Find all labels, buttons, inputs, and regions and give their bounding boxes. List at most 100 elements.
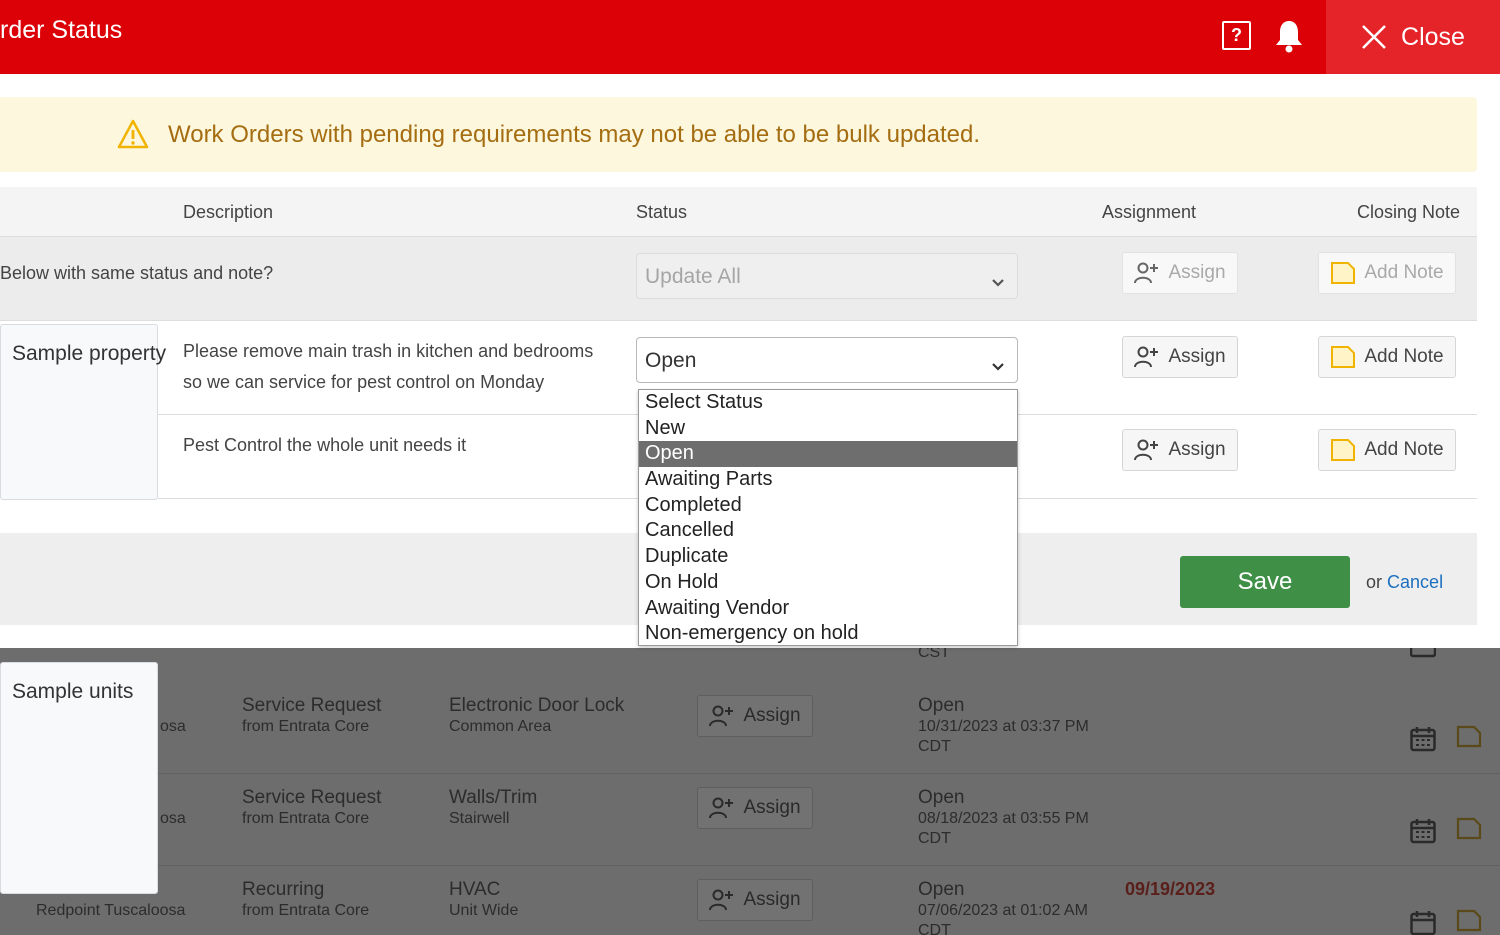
chevron-down-icon	[991, 270, 1005, 294]
bg-created: 08/18/2023 at 03:55 PM	[918, 810, 1089, 827]
status-option[interactable]: On Hold	[639, 570, 1017, 596]
column-header-assignment: Assignment	[1102, 202, 1197, 222]
status-option[interactable]: New	[639, 416, 1017, 442]
save-button[interactable]: Save	[1180, 556, 1350, 608]
status-option-selected[interactable]: Open	[639, 441, 1017, 468]
status-dropdown-list[interactable]: Select Status New Open Awaiting Parts Co…	[638, 389, 1018, 646]
bg-created: 10/31/2023 at 03:37 PM	[918, 718, 1089, 735]
close-button[interactable]: Close	[1326, 0, 1500, 74]
bg-category: HVAC	[449, 879, 501, 900]
add-note-label: Add Note	[1364, 346, 1444, 367]
bg-status: Open	[918, 879, 965, 900]
column-header-closing-note: Closing Note	[1357, 202, 1461, 222]
status-option[interactable]: Completed	[639, 493, 1017, 519]
status-option[interactable]: Cancelled	[639, 518, 1017, 544]
modal-header: rder Status ? Close	[0, 0, 1500, 74]
assign-button[interactable]: Assign	[1122, 336, 1238, 378]
close-label: Close	[1401, 22, 1465, 51]
bg-assign-button[interactable]: Assign	[697, 787, 813, 829]
row-description: Please remove main trash in kitchen and …	[183, 336, 593, 398]
status-option[interactable]: Duplicate	[639, 544, 1017, 570]
note-icon	[1331, 439, 1356, 461]
help-icon[interactable]: ?	[1222, 21, 1251, 50]
warning-icon	[117, 119, 149, 154]
bg-assign-label: Assign	[743, 797, 801, 818]
add-note-button[interactable]: Add Note	[1318, 336, 1456, 378]
units-label: Sample units	[12, 680, 134, 703]
bg-source: from Entrata Core	[242, 810, 370, 827]
bg-tz: CDT	[918, 922, 951, 935]
bg-due-date: 09/19/2023	[1125, 879, 1216, 899]
bg-status: Open	[918, 787, 965, 808]
bg-location: osa	[160, 718, 186, 735]
description-line: so we can service for pest control on Mo…	[183, 372, 545, 392]
close-icon	[1362, 25, 1386, 49]
bg-area: Common Area	[449, 718, 552, 735]
status-option[interactable]: Select Status	[639, 390, 1017, 416]
units-label-box: Sample units	[0, 662, 158, 894]
assign-label: Assign	[1168, 346, 1226, 367]
status-option[interactable]: Awaiting Vendor	[639, 596, 1017, 622]
bulk-update-question: Below with same status and note?	[0, 263, 274, 283]
warning-banner: Work Orders with pending requirements ma…	[0, 97, 1477, 172]
add-user-icon	[709, 705, 734, 727]
background-work-order-list: CST osa Service Request from Entrata Cor…	[0, 634, 1500, 935]
bg-type: Service Request	[242, 787, 382, 808]
cancel-link[interactable]: Cancel	[1387, 572, 1443, 592]
bg-type: Service Request	[242, 695, 382, 716]
column-header-description: Description	[183, 202, 274, 222]
or-label: or	[1366, 572, 1383, 592]
assign-label: Assign	[1168, 439, 1226, 460]
note-icon	[1331, 262, 1356, 284]
bg-status: Open	[918, 695, 965, 716]
bg-table-row[interactable]: Redpoint Tuscaloosa Recurring from Entra…	[0, 866, 1500, 935]
update-all-select: Update All	[636, 253, 1018, 299]
bg-table-row[interactable]: osa Service Request from Entrata Core Wa…	[0, 774, 1500, 866]
modal-title: rder Status	[0, 16, 123, 44]
bulk-assign-button: Assign	[1122, 252, 1238, 294]
status-option[interactable]: Awaiting Parts	[639, 467, 1017, 493]
property-label: Sample property	[12, 342, 167, 365]
bulk-add-note-label: Add Note	[1364, 262, 1444, 283]
bg-category: Electronic Door Lock	[449, 695, 625, 716]
note-icon[interactable]	[1455, 724, 1483, 755]
add-note-label: Add Note	[1364, 439, 1444, 460]
bg-assign-label: Assign	[743, 889, 801, 910]
bg-tz: CDT	[918, 830, 951, 847]
bg-location: Redpoint Tuscaloosa	[36, 902, 186, 919]
bulk-add-note-button: Add Note	[1318, 252, 1456, 294]
add-user-icon	[1134, 439, 1159, 461]
bg-tz: CDT	[918, 738, 951, 755]
bg-source: from Entrata Core	[242, 718, 370, 735]
assign-button[interactable]: Assign	[1122, 429, 1238, 471]
bg-category: Walls/Trim	[449, 787, 538, 808]
row-description: Pest Control the whole unit needs it	[183, 430, 466, 461]
warning-text: Work Orders with pending requirements ma…	[168, 121, 981, 148]
description-line: Please remove main trash in kitchen and …	[183, 341, 594, 361]
bell-icon[interactable]	[1274, 19, 1304, 58]
add-user-icon	[1134, 346, 1159, 368]
status-select-value: Open	[645, 349, 697, 372]
calendar-icon[interactable]	[1410, 818, 1436, 849]
add-note-button[interactable]: Add Note	[1318, 429, 1456, 471]
bg-table-row[interactable]: osa Service Request from Entrata Core El…	[0, 682, 1500, 774]
update-all-value: Update All	[645, 265, 741, 288]
add-user-icon	[709, 797, 734, 819]
bg-assign-button[interactable]: Assign	[697, 879, 813, 921]
calendar-icon[interactable]	[1410, 910, 1436, 935]
property-label-box: Sample property	[0, 324, 166, 500]
status-option[interactable]: Non-emergency on hold	[639, 621, 1017, 647]
note-icon[interactable]	[1455, 816, 1483, 847]
add-user-icon	[709, 889, 734, 911]
bg-assign-button[interactable]: Assign	[697, 695, 813, 737]
table-header: Description Status Assignment Closing No…	[0, 187, 1477, 237]
add-user-icon	[1134, 262, 1159, 284]
bg-area: Stairwell	[449, 810, 510, 827]
calendar-icon[interactable]	[1410, 726, 1436, 757]
bg-source: from Entrata Core	[242, 902, 370, 919]
bg-assign-label: Assign	[743, 705, 801, 726]
bg-location: osa	[160, 810, 186, 827]
note-icon[interactable]	[1455, 908, 1483, 935]
status-select[interactable]: Open	[636, 337, 1018, 383]
chevron-down-icon	[991, 354, 1005, 378]
